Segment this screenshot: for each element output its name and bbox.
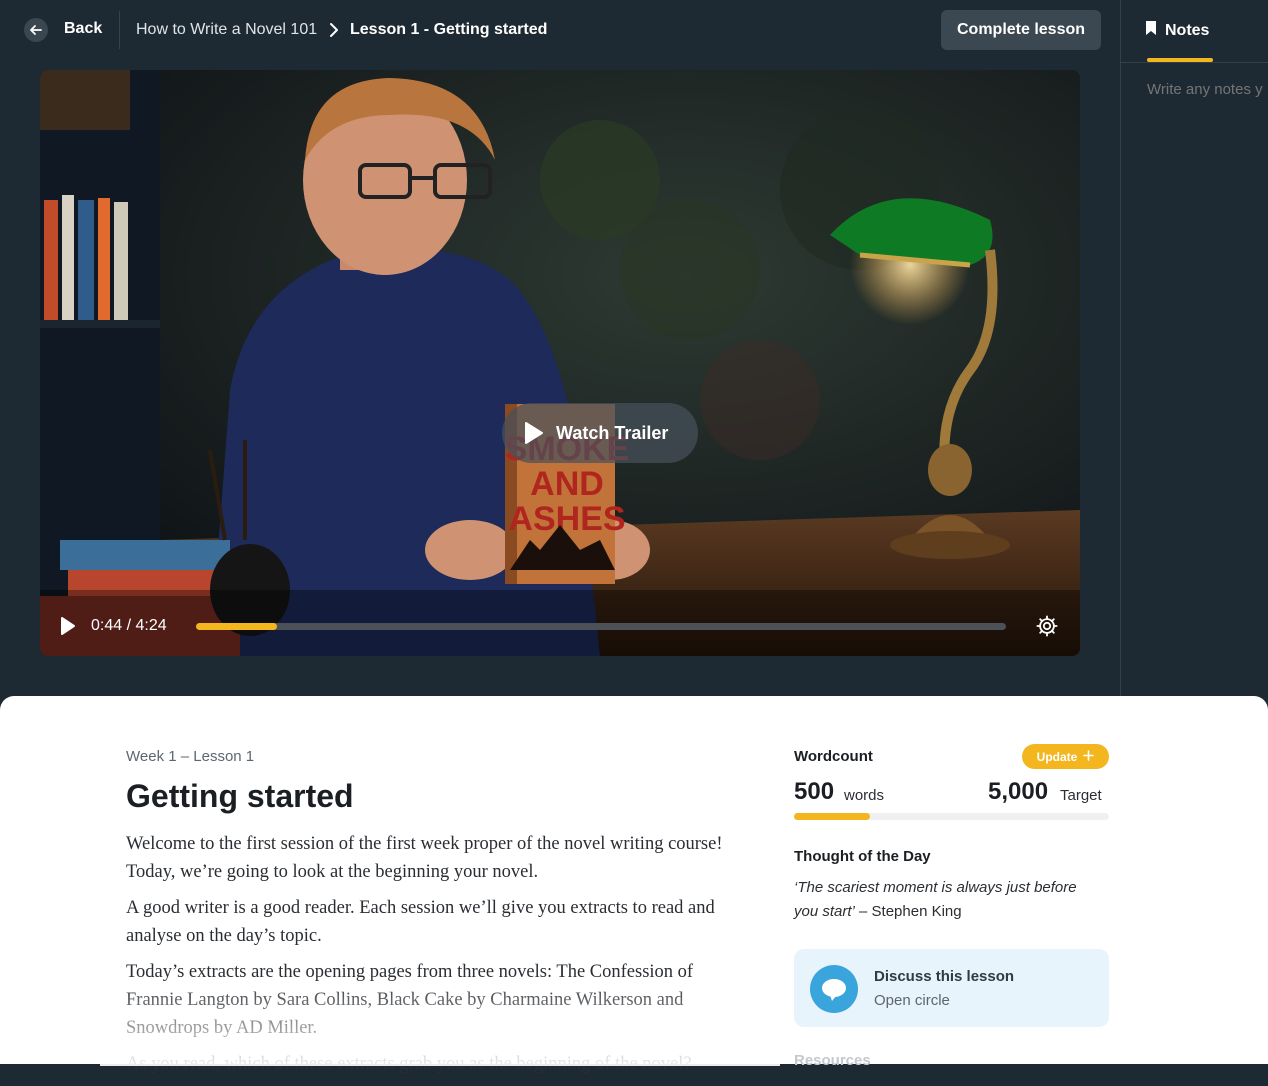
target-value: 5,000 [988, 778, 1049, 805]
breadcrumb-lesson: Lesson 1 - Getting started [350, 21, 548, 38]
svg-text:ASHES: ASHES [508, 500, 625, 538]
watch-trailer-label: Watch Trailer [556, 422, 669, 443]
lesson-meta: Week 1 – Lesson 1 [126, 748, 255, 765]
notes-panel: Notes [1120, 0, 1268, 696]
chevron-right-icon [328, 22, 340, 43]
video-progress-bar[interactable] [196, 623, 1006, 630]
discuss-subtitle: Open circle [874, 992, 950, 1009]
thought-label: Thought of the Day [794, 848, 931, 865]
page-title: Getting started [126, 778, 354, 814]
svg-text:AND: AND [530, 465, 604, 503]
notes-input[interactable] [1145, 80, 1268, 99]
back-button[interactable]: Back [64, 20, 102, 38]
paragraph: A good writer is a good reader. Each ses… [126, 898, 715, 946]
top-bar: Back How to Write a Novel 101 Lesson 1 -… [0, 0, 1120, 60]
discuss-title: Discuss this lesson [874, 968, 1015, 985]
wordcount-unit: words [844, 787, 885, 804]
chat-bubble-icon [810, 965, 858, 1013]
wordcount-label: Wordcount [794, 748, 873, 765]
gear-icon[interactable] [1036, 615, 1058, 642]
quote-author: – Stephen King [854, 903, 962, 920]
play-icon[interactable] [60, 616, 76, 641]
update-button[interactable]: Update [1022, 744, 1109, 769]
watch-trailer-button[interactable]: Watch Trailer [502, 403, 698, 463]
complete-lesson-button[interactable]: Complete lesson [941, 10, 1101, 50]
video-progress-fill [196, 623, 277, 630]
video-player[interactable]: SMOKE AND ASHES Watch Trailer [40, 70, 1080, 656]
fade-overlay [100, 976, 780, 1066]
resources-label: Resources [794, 1052, 871, 1069]
tab-notes[interactable]: Notes [1145, 20, 1209, 41]
plus-icon [1083, 749, 1095, 764]
thought-quote: ‘The scariest moment is always just befo… [794, 876, 1094, 924]
video-frame: SMOKE AND ASHES [40, 70, 1080, 656]
discuss-card[interactable]: Discuss this lesson Open circle [794, 949, 1109, 1027]
target-unit: Target [1060, 787, 1102, 804]
bookmark-icon [1145, 20, 1157, 41]
divider [1121, 62, 1268, 63]
wordcount-value: 500 [794, 778, 835, 805]
tab-notes-label: Notes [1165, 21, 1210, 39]
back-arrow-icon[interactable] [24, 18, 48, 42]
video-time: 0:44 / 4:24 [91, 617, 167, 634]
update-label: Update [1036, 749, 1078, 764]
wordcount-progress-fill [794, 813, 870, 820]
divider [119, 11, 120, 49]
wordcount-progress-bar [794, 813, 1109, 820]
play-icon [524, 421, 544, 445]
lesson-content: Week 1 – Lesson 1 Getting started Welcom… [0, 696, 1268, 1074]
paragraph: Welcome to the first session of the firs… [126, 834, 723, 882]
breadcrumb-course[interactable]: How to Write a Novel 101 [136, 21, 317, 39]
